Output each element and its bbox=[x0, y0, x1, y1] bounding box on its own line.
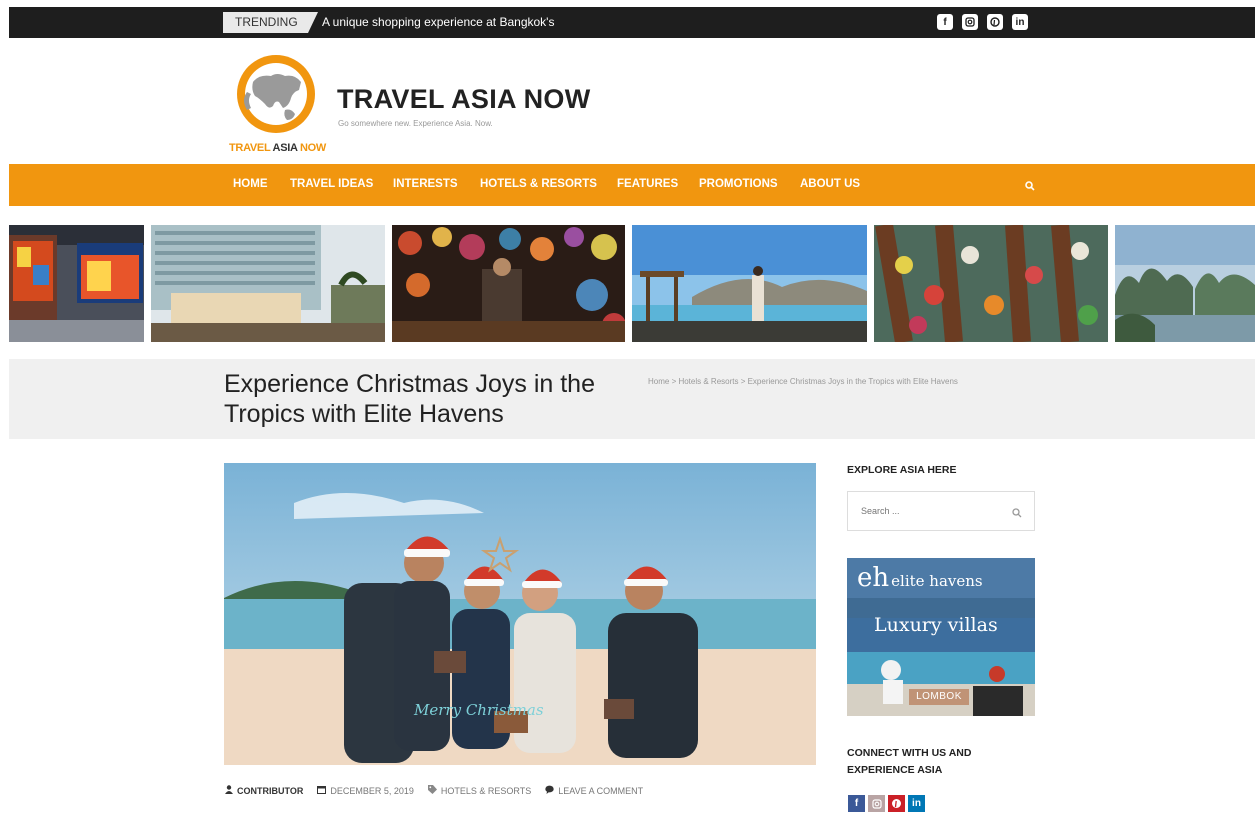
site-tagline: Go somewhere new. Experience Asia. Now. bbox=[338, 119, 493, 128]
connect-heading-line1: CONNECT WITH US AND bbox=[847, 747, 972, 759]
explore-heading: EXPLORE ASIA HERE bbox=[847, 464, 957, 476]
ad-headline: Luxury villas bbox=[874, 614, 998, 636]
post-title-bar: Experience Christmas Joys in the Tropics… bbox=[9, 359, 1255, 439]
site-logo[interactable]: TRAVEL ASIA NOW bbox=[229, 52, 326, 158]
instagram-icon[interactable] bbox=[868, 795, 885, 812]
leave-comment-link[interactable]: LEAVE A COMMENT bbox=[558, 786, 643, 796]
banner-image-market[interactable] bbox=[392, 225, 625, 342]
connect-heading: CONNECT WITH US AND EXPERIENCE ASIA bbox=[847, 745, 971, 779]
elite-havens-logo: eh bbox=[857, 563, 890, 593]
nav-item-hotels-resorts[interactable]: HOTELS & RESORTS bbox=[480, 178, 597, 190]
banner-image-halong-bay[interactable] bbox=[1115, 225, 1255, 342]
nav-item-features[interactable]: FEATURES bbox=[617, 178, 678, 190]
nav-item-about-us[interactable]: ABOUT US bbox=[800, 178, 860, 190]
logo-word-now: NOW bbox=[299, 142, 326, 154]
featured-image[interactable]: Merry Christmas bbox=[224, 463, 816, 765]
banner-image-hotel[interactable] bbox=[151, 225, 385, 342]
ad-location: LOMBOK bbox=[909, 689, 969, 705]
pinterest-icon[interactable] bbox=[987, 14, 1003, 30]
site-title[interactable]: TRAVEL ASIA NOW bbox=[337, 84, 591, 115]
top-social-links: f in bbox=[937, 14, 1028, 30]
instagram-icon[interactable] bbox=[962, 14, 978, 30]
tag-icon bbox=[427, 785, 437, 796]
post-category[interactable]: HOTELS & RESORTS bbox=[441, 786, 531, 796]
nav-item-travel-ideas[interactable]: TRAVEL IDEAS bbox=[290, 178, 373, 190]
facebook-icon[interactable]: f bbox=[937, 14, 953, 30]
elite-havens-ad[interactable]: eh elite havens Luxury villas LOMBOK bbox=[847, 558, 1035, 716]
banner-image-shop[interactable] bbox=[9, 225, 144, 342]
search-icon[interactable] bbox=[1012, 505, 1022, 523]
nav-item-interests[interactable]: INTERESTS bbox=[393, 178, 458, 190]
sidebar-social-links: f in bbox=[848, 795, 925, 812]
post-title: Experience Christmas Joys in the Tropics… bbox=[224, 370, 595, 428]
linkedin-icon[interactable]: in bbox=[908, 795, 925, 812]
post-meta: CONTRIBUTOR DECEMBER 5, 2019 HOTELS & RE… bbox=[225, 785, 657, 796]
logo-word-travel: TRAVEL bbox=[229, 142, 273, 154]
banner-image-floating-market[interactable] bbox=[874, 225, 1108, 342]
elite-havens-brand: elite havens bbox=[891, 572, 983, 590]
logo-word-asia: ASIA bbox=[272, 142, 300, 154]
breadcrumb[interactable]: Home > Hotels & Resorts > Experience Chr… bbox=[648, 377, 958, 386]
facebook-icon[interactable]: f bbox=[848, 795, 865, 812]
calendar-icon bbox=[317, 785, 327, 796]
trending-headline[interactable]: A unique shopping experience at Bangkok'… bbox=[322, 15, 554, 29]
post-date[interactable]: DECEMBER 5, 2019 bbox=[330, 786, 414, 796]
top-bar: TRENDING A unique shopping experience at… bbox=[9, 7, 1255, 38]
trending-label: TRENDING bbox=[223, 12, 318, 33]
search-icon[interactable] bbox=[1025, 178, 1035, 196]
search-input[interactable] bbox=[848, 492, 998, 530]
user-icon bbox=[225, 785, 233, 796]
connect-heading-line2: EXPERIENCE ASIA bbox=[847, 764, 943, 776]
nav-item-promotions[interactable]: PROMOTIONS bbox=[699, 178, 778, 190]
nav-item-home[interactable]: HOME bbox=[233, 178, 268, 190]
banner-image-infinity-pool[interactable] bbox=[632, 225, 867, 342]
main-nav: HOME TRAVEL IDEAS INTERESTS HOTELS & RES… bbox=[9, 164, 1255, 206]
comment-icon bbox=[545, 785, 554, 796]
post-author[interactable]: CONTRIBUTOR bbox=[237, 786, 303, 796]
featured-image-caption: Merry Christmas bbox=[413, 701, 544, 719]
sidebar-search bbox=[847, 491, 1035, 531]
pinterest-icon[interactable] bbox=[888, 795, 905, 812]
linkedin-icon[interactable]: in bbox=[1012, 14, 1028, 30]
